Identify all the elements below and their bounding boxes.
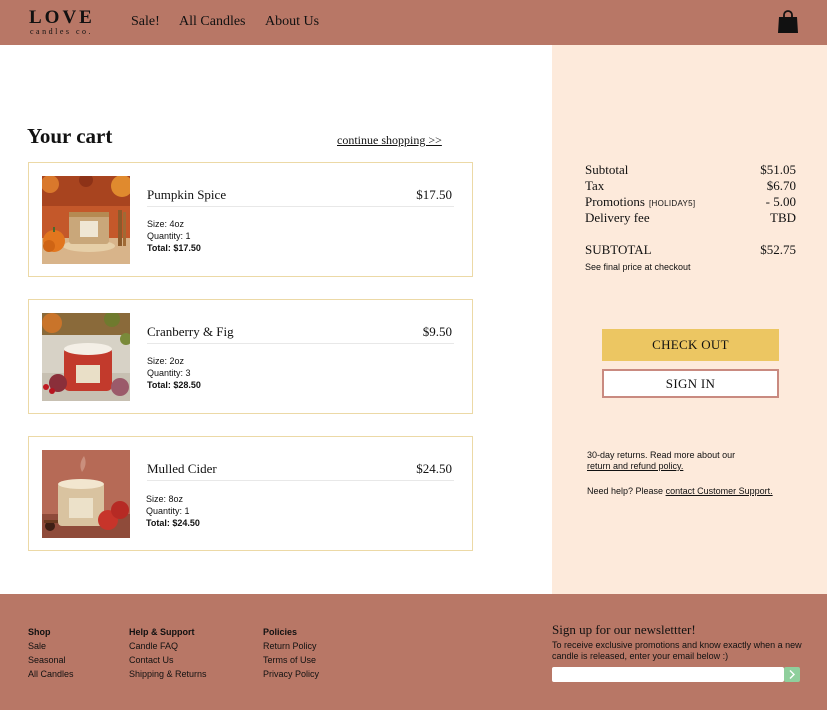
- summary-promotions-row: Promotions [HOLIDAY5] - 5.00: [585, 194, 796, 210]
- continue-shopping-link[interactable]: continue shopping >>: [337, 132, 442, 148]
- returns-info: 30-day returns. Read more about our retu…: [587, 450, 735, 472]
- footer-link[interactable]: Contact Us: [129, 654, 174, 666]
- item-price: $24.50: [416, 461, 452, 476]
- cart-item: Cranberry & Fig $9.50 Size: 2oz Quantity…: [28, 299, 473, 414]
- logo-wordmark: LOVE: [29, 7, 95, 28]
- nav-all-candles[interactable]: All Candles: [179, 13, 246, 31]
- footer-link[interactable]: Privacy Policy: [263, 668, 319, 680]
- item-size: Size: 2oz: [147, 356, 185, 366]
- subtotal-value: $51.05: [760, 162, 796, 177]
- sign-in-button[interactable]: SIGN IN: [602, 369, 779, 398]
- delivery-value: TBD: [770, 210, 796, 225]
- footer-link[interactable]: Return Policy: [263, 640, 317, 652]
- footer-link[interactable]: Shipping & Returns: [129, 668, 207, 680]
- grand-subtotal-value: $52.75: [760, 242, 796, 257]
- site-header: LOVE candles co. Sale! All Candles About…: [0, 0, 827, 45]
- delivery-label: Delivery fee: [585, 210, 650, 225]
- support-info: Need help? Please contact Customer Suppo…: [587, 486, 773, 497]
- divider: [147, 480, 454, 481]
- cart-item: Mulled Cider $24.50 Size: 8oz Quantity: …: [28, 436, 473, 551]
- order-summary-panel: [552, 45, 827, 594]
- item-quantity: Quantity: 3: [147, 368, 191, 378]
- item-total: Total: $28.50: [147, 380, 201, 390]
- cart-title: Your cart: [27, 124, 113, 148]
- footer-heading-policies: Policies: [263, 627, 298, 637]
- item-quantity: Quantity: 1: [146, 506, 190, 516]
- footer-link[interactable]: All Candles: [28, 668, 74, 680]
- checkout-button[interactable]: CHECK OUT: [602, 329, 779, 361]
- item-name: Pumpkin Spice: [147, 187, 227, 202]
- item-quantity: Quantity: 1: [147, 231, 191, 241]
- chevron-right-icon: [789, 670, 795, 679]
- item-name: Mulled Cider: [147, 461, 217, 476]
- item-total: Total: $24.50: [146, 518, 200, 528]
- summary-tax-row: Tax $6.70: [585, 178, 796, 194]
- returns-text: 30-day returns. Read more about our: [587, 450, 736, 460]
- subtotal-label: Subtotal: [585, 162, 629, 177]
- nav-sale[interactable]: Sale!: [131, 13, 160, 31]
- logo-tagline: candles co.: [30, 27, 94, 36]
- shopping-bag-icon[interactable]: [777, 10, 799, 34]
- item-total: Total: $17.50: [147, 243, 201, 253]
- footer-link[interactable]: Seasonal: [28, 654, 66, 666]
- tax-value: $6.70: [766, 178, 796, 193]
- nav-about-us[interactable]: About Us: [265, 13, 319, 31]
- promotions-label: Promotions: [585, 194, 645, 209]
- newsletter-description: To receive exclusive promotions and know…: [552, 640, 802, 661]
- customer-support-link[interactable]: contact Customer Support.: [666, 486, 773, 496]
- newsletter-email-input[interactable]: [552, 667, 784, 682]
- item-size: Size: 8oz: [146, 494, 184, 504]
- promotions-value: - 5.00: [765, 194, 796, 209]
- summary-delivery-row: Delivery fee TBD: [585, 210, 796, 226]
- promo-code: [HOLIDAY5]: [648, 199, 696, 208]
- footer-link[interactable]: Terms of Use: [263, 654, 316, 666]
- divider: [147, 343, 454, 344]
- footer-heading-help: Help & Support: [129, 627, 195, 637]
- summary-subtotal-row: Subtotal $51.05: [585, 162, 796, 178]
- return-policy-link[interactable]: return and refund policy.: [587, 461, 735, 472]
- item-price: $9.50: [422, 324, 452, 339]
- item-size: Size: 4oz: [147, 219, 185, 229]
- cart-item: Pumpkin Spice $17.50 Size: 4oz Quantity:…: [28, 162, 473, 277]
- divider: [147, 206, 454, 207]
- newsletter-title: Sign up for our newslettter!: [552, 622, 696, 637]
- pumpkin-spice-candle-image[interactable]: [42, 176, 130, 264]
- brand-logo[interactable]: LOVE candles co.: [29, 8, 99, 38]
- footer-heading-shop: Shop: [28, 627, 51, 637]
- summary-grand-row: SUBTOTAL $52.75: [585, 242, 796, 258]
- final-price-note: See final price at checkout: [585, 262, 691, 272]
- footer-link[interactable]: Candle FAQ: [129, 640, 178, 652]
- newsletter-submit-button[interactable]: [784, 667, 800, 682]
- item-price: $17.50: [416, 187, 452, 202]
- footer-link[interactable]: Sale: [28, 640, 46, 652]
- mulled-cider-candle-image[interactable]: [42, 450, 130, 538]
- item-name: Cranberry & Fig: [147, 324, 234, 339]
- cranberry-fig-candle-image[interactable]: [42, 313, 130, 401]
- grand-subtotal-label: SUBTOTAL: [585, 242, 652, 257]
- help-text: Need help? Please: [587, 486, 664, 496]
- tax-label: Tax: [585, 178, 605, 193]
